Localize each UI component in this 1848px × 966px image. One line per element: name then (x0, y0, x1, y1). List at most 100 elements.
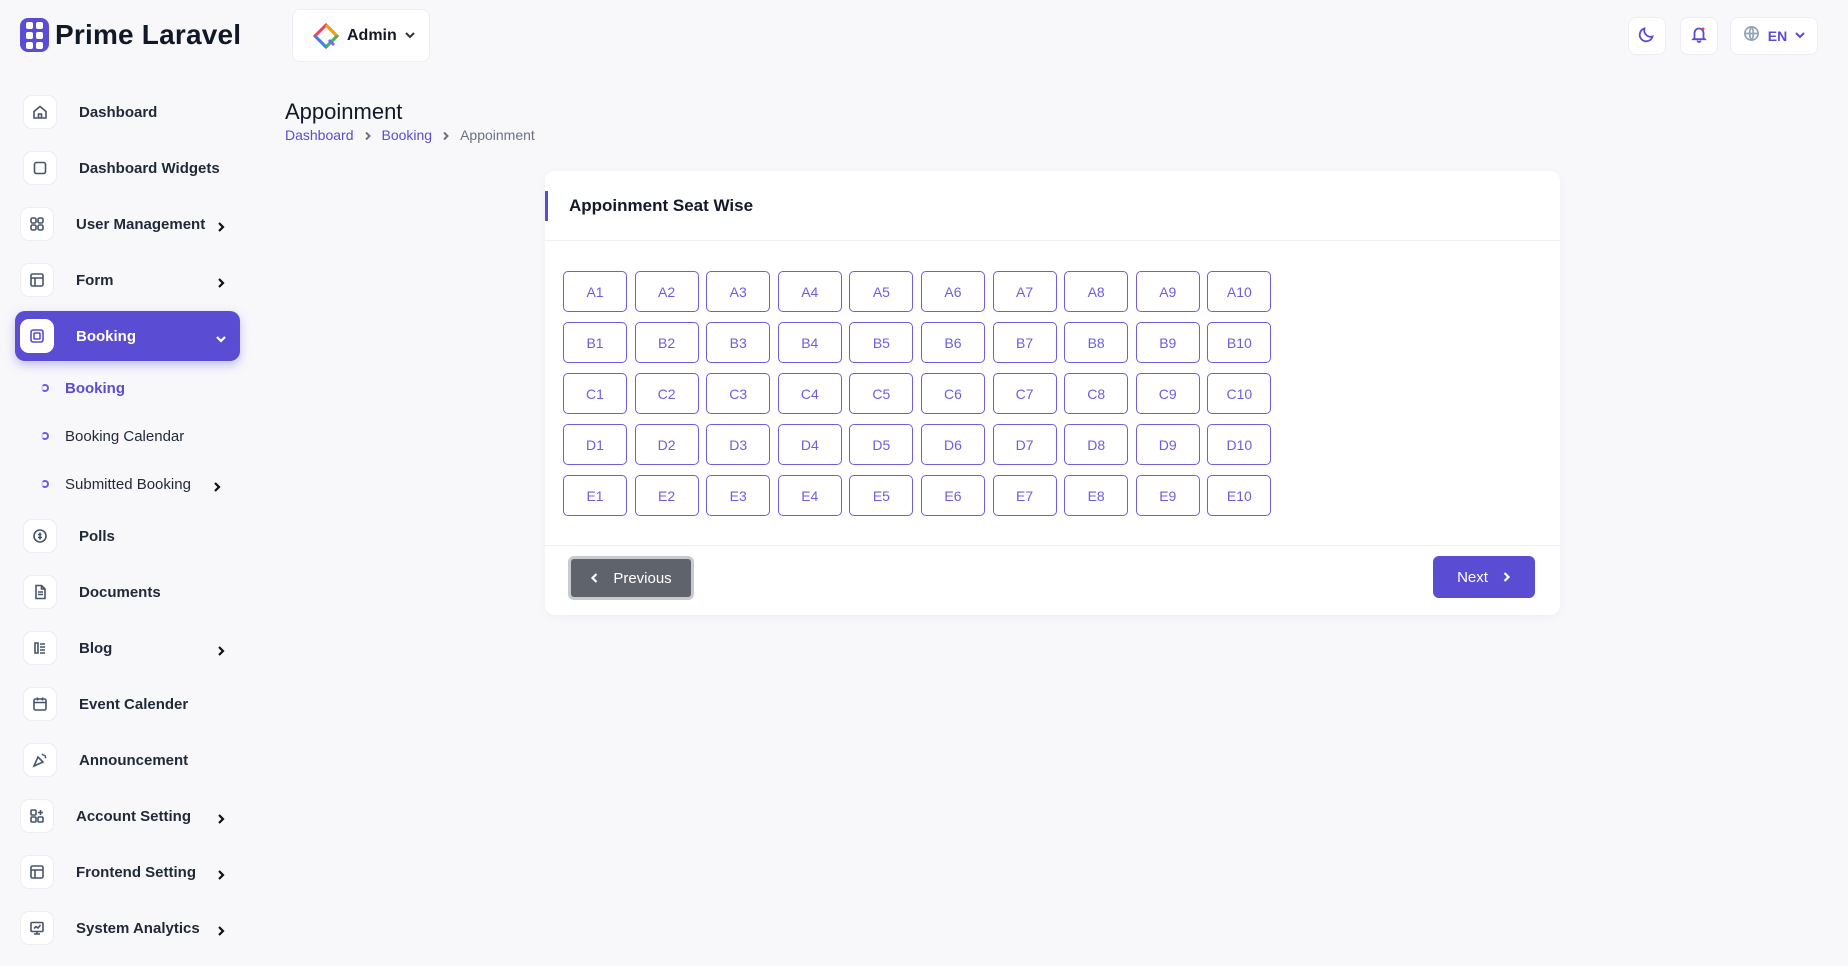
sidebar-item-label: User Management (76, 215, 206, 233)
chevron-right-icon (216, 275, 226, 288)
seat-button[interactable]: B8 (1064, 322, 1129, 363)
seat-button[interactable]: D1 (563, 424, 627, 465)
sidebar-item-blog[interactable]: Blog (15, 620, 240, 676)
breadcrumb-dashboard[interactable]: Dashboard (285, 127, 354, 143)
seat-button[interactable]: B4 (777, 322, 842, 363)
chevron-right-icon (216, 867, 226, 880)
seat-button[interactable]: D7 (992, 424, 1057, 465)
seat-button[interactable]: A7 (992, 271, 1057, 312)
sidebar-item-event-calender[interactable]: Event Calender (15, 676, 240, 732)
seat-button[interactable]: E1 (563, 475, 627, 516)
bullet-icon (41, 480, 49, 488)
seat-button[interactable]: E2 (634, 475, 699, 516)
chevron-right-icon (216, 643, 226, 656)
seat-button[interactable]: A1 (563, 271, 627, 312)
seat-button[interactable]: D4 (777, 424, 842, 465)
sidebar-item-documents[interactable]: Documents (15, 564, 240, 620)
sidebar-subitem-booking-calendar[interactable]: Booking Calendar (15, 412, 240, 460)
brand-logo[interactable]: Prime Laravel (20, 18, 241, 52)
sidebar-item-system-analytics[interactable]: System Analytics (15, 900, 240, 956)
chevron-right-icon (364, 127, 372, 143)
sidebar-item-frontend-setting[interactable]: Frontend Setting (15, 844, 240, 900)
sidebar-item-label: Frontend Setting (76, 863, 196, 881)
sidebar-item-account-setting[interactable]: Account Setting (15, 788, 240, 844)
seat-button[interactable]: D9 (1135, 424, 1200, 465)
seat-button[interactable]: E4 (777, 475, 842, 516)
next-button[interactable]: Next (1433, 556, 1535, 598)
sidebar-item-dashboard[interactable]: Dashboard (15, 84, 240, 140)
seat-button[interactable]: B9 (1135, 322, 1200, 363)
seat-button[interactable]: E8 (1064, 475, 1129, 516)
seat-button[interactable]: B1 (563, 322, 627, 363)
seat-button[interactable]: D2 (634, 424, 699, 465)
seat-button[interactable]: A8 (1064, 271, 1129, 312)
seat-button[interactable]: B2 (634, 322, 699, 363)
seat-button[interactable]: C3 (706, 373, 771, 414)
bullet-icon (41, 384, 49, 392)
seat-button[interactable]: C9 (1135, 373, 1200, 414)
sidebar-item-label: Polls (79, 527, 115, 545)
seat-button[interactable]: B7 (992, 322, 1057, 363)
seat-button[interactable]: E5 (849, 475, 914, 516)
moon-icon (1638, 25, 1656, 48)
seat-button[interactable]: C1 (563, 373, 627, 414)
seat-button[interactable]: C6 (920, 373, 985, 414)
seat-button[interactable]: A9 (1135, 271, 1200, 312)
seat-button[interactable]: C4 (777, 373, 842, 414)
account-icon (20, 799, 54, 833)
seat-button[interactable]: E10 (1207, 475, 1272, 516)
seat-button[interactable]: C2 (634, 373, 699, 414)
seat-button[interactable]: D3 (706, 424, 771, 465)
layout-icon (20, 855, 54, 889)
sidebar-item-label: Dashboard (79, 103, 158, 121)
previous-label: Previous (613, 569, 672, 587)
sidebar-item-booking[interactable]: Booking (15, 311, 240, 361)
poll-icon (23, 519, 57, 553)
seat-button[interactable]: B10 (1207, 322, 1272, 363)
breadcrumb-booking[interactable]: Booking (382, 127, 433, 143)
seat-button[interactable]: A6 (920, 271, 985, 312)
sidebar-item-label: Form (76, 271, 114, 289)
chevron-right-icon (216, 219, 226, 232)
sidebar-item-dashboard-widgets[interactable]: Dashboard Widgets (15, 140, 240, 196)
card-footer: Previous Next (545, 545, 1560, 615)
seat-button[interactable]: E6 (920, 475, 985, 516)
sidebar-subitem-label: Booking Calendar (65, 427, 185, 445)
seat-button[interactable]: C8 (1064, 373, 1129, 414)
sidebar-item-announcement[interactable]: Announcement (15, 732, 240, 788)
previous-button[interactable]: Previous (568, 556, 694, 600)
seat-button[interactable]: D5 (849, 424, 914, 465)
seat-button[interactable]: A10 (1207, 271, 1272, 312)
sidebar-item-label: Event Calender (79, 695, 189, 713)
seat-button[interactable]: D6 (920, 424, 985, 465)
sidebar-item-polls[interactable]: Polls (15, 508, 240, 564)
seat-button[interactable]: B6 (920, 322, 985, 363)
sidebar-item-form[interactable]: Form (15, 252, 240, 308)
seat-button[interactable]: A4 (777, 271, 842, 312)
seat-button[interactable]: E3 (706, 475, 771, 516)
chevron-right-icon (216, 811, 226, 824)
chevron-right-icon (212, 479, 222, 492)
sidebar-subitem-submitted-booking[interactable]: Submitted Booking (15, 460, 240, 508)
seat-button[interactable]: A3 (706, 271, 771, 312)
language-selector[interactable]: EN (1730, 17, 1818, 55)
seat-button[interactable]: C7 (992, 373, 1057, 414)
admin-switcher[interactable]: Admin (292, 9, 430, 62)
seat-button[interactable]: A2 (634, 271, 699, 312)
seat-button[interactable]: C5 (849, 373, 914, 414)
seat-grid: A1 A2 A3 A4 A5 A6 A7 A8 A9 A10 B1 B2 B3 B4 B5 B6 B7 B8 B9 B… (563, 271, 1272, 516)
theme-toggle-button[interactable] (1628, 17, 1666, 55)
seat-button[interactable]: E7 (992, 475, 1057, 516)
square-icon (23, 151, 57, 185)
seat-button[interactable]: D10 (1207, 424, 1272, 465)
sidebar-subitem-booking[interactable]: Booking (15, 364, 240, 412)
seat-button[interactable]: B3 (706, 322, 771, 363)
seat-button[interactable]: B5 (849, 322, 914, 363)
seat-button[interactable]: E9 (1135, 475, 1200, 516)
admin-label: Admin (347, 26, 397, 44)
seat-button[interactable]: C10 (1207, 373, 1272, 414)
notifications-button[interactable] (1680, 17, 1718, 55)
seat-button[interactable]: A5 (849, 271, 914, 312)
seat-button[interactable]: D8 (1064, 424, 1129, 465)
sidebar-item-user-management[interactable]: User Management (15, 196, 240, 252)
